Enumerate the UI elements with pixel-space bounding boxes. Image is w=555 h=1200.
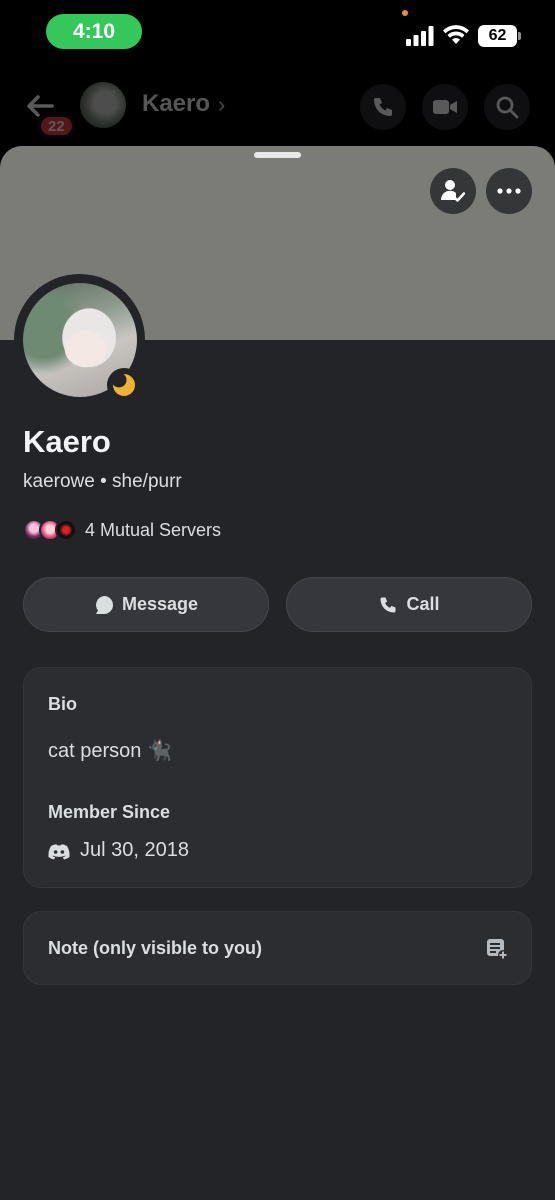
search-icon bbox=[496, 96, 519, 119]
wifi-icon bbox=[443, 25, 469, 44]
server-icon bbox=[55, 519, 77, 541]
header-name[interactable]: Kaero bbox=[142, 90, 210, 118]
friend-status-button[interactable] bbox=[430, 168, 476, 214]
voice-call-button[interactable] bbox=[360, 84, 406, 130]
chat-bubble-icon bbox=[95, 595, 113, 614]
signal-icon bbox=[406, 26, 434, 46]
status-indicator bbox=[107, 368, 141, 402]
privacy-indicator-dot bbox=[402, 10, 408, 16]
bio-label: Bio bbox=[48, 694, 77, 714]
message-button[interactable]: Message bbox=[23, 577, 269, 632]
video-call-button[interactable] bbox=[422, 84, 468, 130]
search-button[interactable] bbox=[484, 84, 530, 130]
unread-badge: 22 bbox=[38, 114, 75, 138]
video-icon bbox=[433, 100, 457, 114]
about-card: Bio cat person 🐈‍⬛ Member Since Jul 30, … bbox=[23, 667, 532, 888]
member-since-date: Jul 30, 2018 bbox=[80, 839, 189, 861]
more-icon bbox=[497, 188, 521, 194]
avatar[interactable] bbox=[80, 82, 126, 128]
mutual-servers-row[interactable]: 4 Mutual Servers bbox=[23, 518, 221, 542]
sheet-grabber[interactable] bbox=[254, 152, 301, 158]
phone-icon bbox=[374, 98, 392, 116]
call-button[interactable]: Call bbox=[286, 577, 532, 632]
note-label: Note (only visible to you) bbox=[48, 938, 263, 958]
status-bar: 4:10 62 bbox=[0, 0, 555, 70]
battery-icon: 62 bbox=[478, 25, 521, 47]
moon-idle-icon bbox=[112, 373, 135, 396]
mutual-servers-label: 4 Mutual Servers bbox=[85, 519, 222, 540]
member-since-label: Member Since bbox=[48, 802, 171, 822]
display-name: Kaero bbox=[23, 424, 111, 459]
dm-header: 22 Kaero › bbox=[0, 72, 555, 142]
separator-dot: • bbox=[94, 471, 113, 492]
friend-check-icon bbox=[440, 180, 466, 202]
phone-icon bbox=[380, 597, 396, 612]
username[interactable]: kaerowe bbox=[23, 471, 95, 492]
chevron-right-icon: › bbox=[218, 92, 226, 117]
message-button-label: Message bbox=[121, 594, 199, 614]
status-time: 4:10 bbox=[46, 14, 142, 49]
more-options-button[interactable] bbox=[486, 168, 532, 214]
discord-icon bbox=[48, 844, 70, 860]
profile-sheet: Kaero kaerowe • she/purr 4 Mutual Server… bbox=[0, 146, 555, 1200]
bio-text: cat person 🐈‍⬛ bbox=[48, 740, 172, 762]
call-button-label: Call bbox=[406, 594, 440, 614]
note-card[interactable]: Note (only visible to you) bbox=[23, 911, 532, 985]
pronouns: she/purr bbox=[112, 471, 182, 492]
note-add-icon[interactable] bbox=[486, 938, 508, 960]
username-line: kaerowe • she/purr bbox=[23, 471, 182, 493]
